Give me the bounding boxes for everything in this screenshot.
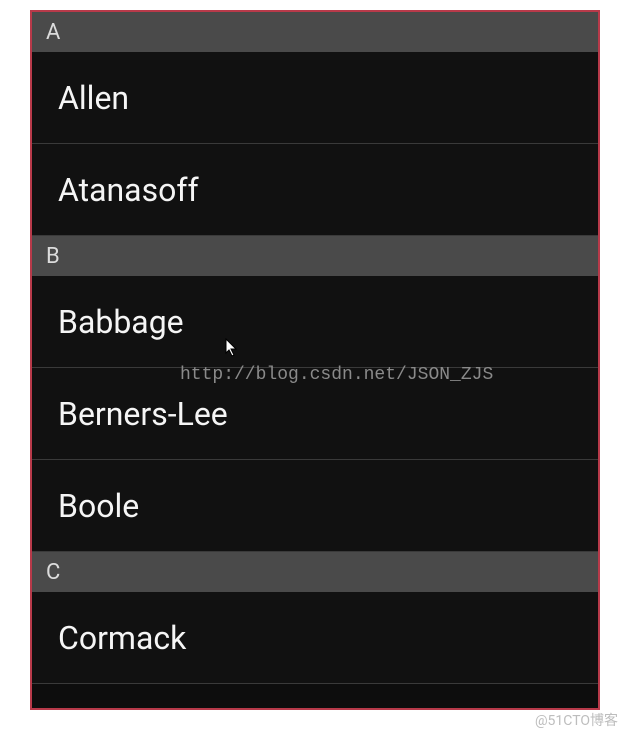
list-item-label: Berners-Lee [58, 395, 228, 433]
list-item[interactable]: Allen [32, 52, 598, 144]
list-item[interactable]: Babbage [32, 276, 598, 368]
section-header-a: A [32, 12, 598, 52]
sectioned-list: A Allen Atanasoff B Babbage Berners-Lee … [30, 10, 600, 710]
section-header-label: C [46, 560, 60, 585]
list-item-label: Boole [58, 487, 139, 525]
list-item-label: Babbage [58, 303, 184, 341]
list-item-label: Cormack [58, 619, 186, 657]
list-item[interactable]: Atanasoff [32, 144, 598, 236]
list-item[interactable]: Boole [32, 460, 598, 552]
list-item-label: Atanasoff [58, 171, 199, 209]
section-header-b: B [32, 236, 598, 276]
list-item[interactable]: Cormack [32, 592, 598, 684]
section-header-label: A [46, 20, 60, 45]
list-item-label: Allen [58, 79, 129, 117]
section-header-c: C [32, 552, 598, 592]
section-header-label: B [46, 244, 60, 269]
list-item[interactable]: Berners-Lee [32, 368, 598, 460]
watermark-footer: @51CTO博客 [535, 710, 618, 730]
